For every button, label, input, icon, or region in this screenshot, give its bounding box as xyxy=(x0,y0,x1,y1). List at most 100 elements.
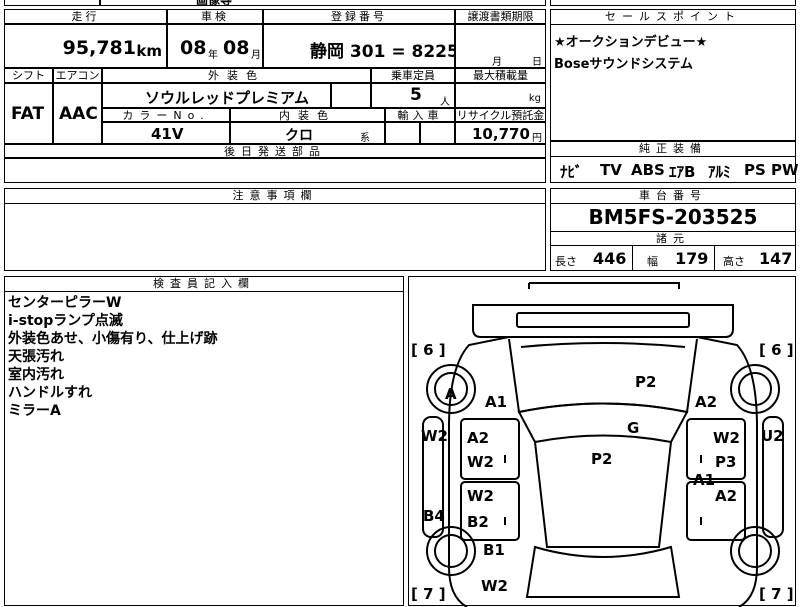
max-load-cell: kg xyxy=(455,83,546,108)
damage-mark: P2 xyxy=(591,450,612,468)
specs-height-label: 高さ xyxy=(723,255,745,268)
chassis-box: 車台番号 BM5FS-203525 諸元 長さ 446 幅 179 高さ 147 xyxy=(550,188,796,271)
specs-height-value: 147 xyxy=(759,249,793,268)
damage-mark: W2 xyxy=(713,429,740,447)
inspector-box: 検査員記入欄 センターピラーW i-stopランプ点滅 外装色あせ、小傷有り、仕… xyxy=(4,276,404,606)
transfer-day-unit: 日 xyxy=(532,57,542,68)
inspection-year-unit: 年 xyxy=(208,50,218,61)
damage-mark: W2 xyxy=(481,577,508,595)
notes-box: 注意事項欄 xyxy=(4,188,546,271)
specs-length-cell: 長さ 446 xyxy=(551,246,633,271)
mileage-value: 95,781 xyxy=(62,37,136,59)
recycle-cell: 10,770 円 xyxy=(455,122,546,144)
damage-mark: A2 xyxy=(715,487,737,505)
equipment-item: PW xyxy=(771,161,799,179)
inspector-line: センターピラーW xyxy=(8,295,122,311)
top-strip-left xyxy=(4,0,100,6)
recycle-value: 10,770 xyxy=(472,125,530,143)
info-table: 走行 車検 登録番号 譲渡書類期限 95,781 km 08 年 08 月 静岡… xyxy=(4,9,546,183)
equipment-item: ﾅﾋﾞ xyxy=(560,163,583,181)
interior-color-unit: 系 xyxy=(360,133,370,144)
color-no-value: 41V xyxy=(151,125,184,143)
damage-mark: P3 xyxy=(715,453,736,471)
tire-label-bl: [ 7 ] xyxy=(411,585,446,603)
specs-width-value: 179 xyxy=(675,249,709,268)
shift-label: シフト xyxy=(4,68,53,83)
damage-mark: G xyxy=(627,419,639,437)
import-cell-b xyxy=(420,122,455,144)
sales-point-line-1: ★オークションデビュー★ xyxy=(554,35,708,50)
inspection-cell: 08 年 08 月 xyxy=(167,24,263,68)
inspector-label: 検査員記入欄 xyxy=(5,277,403,292)
equipment-item: ｴｱB xyxy=(669,163,696,181)
damage-mark: P2 xyxy=(635,373,656,391)
damage-mark: A2 xyxy=(695,393,717,411)
chassis-value: BM5FS-203525 xyxy=(588,205,758,229)
aircon-cell: AAC xyxy=(53,83,102,144)
damage-mark: B4 xyxy=(423,507,445,525)
equipment-item: ABS xyxy=(631,161,665,179)
top-strip-right xyxy=(550,0,796,6)
recycle-unit: 円 xyxy=(532,133,542,144)
inspector-line: ミラーA xyxy=(8,403,61,419)
exterior-color-cell: ソウルレッドプレミアム xyxy=(102,83,331,108)
tire-label-tl: [ 6 ] xyxy=(411,341,446,359)
damage-mark: B2 xyxy=(467,513,489,531)
inspector-line: 天張汚れ xyxy=(8,349,64,365)
tire-label-tr: [ 6 ] xyxy=(759,341,794,359)
inspector-line: 外装色あせ、小傷有り、仕上げ跡 xyxy=(8,331,218,347)
damage-mark: W2 xyxy=(421,427,448,445)
transfer-cell: 月 日 xyxy=(455,24,546,68)
inspection-month: 08 xyxy=(223,37,250,59)
damage-mark: A1 xyxy=(693,471,715,489)
damage-mark: W2 xyxy=(467,487,494,505)
shift-cell: FAT xyxy=(4,83,53,144)
specs-width-cell: 幅 179 xyxy=(633,246,715,271)
sales-point-label: セールスポイント xyxy=(551,10,795,25)
inspection-label: 車検 xyxy=(167,9,263,24)
tire-label-br: [ 7 ] xyxy=(759,585,794,603)
inspector-line: 室内汚れ xyxy=(8,367,64,383)
aircon-label: エアコン xyxy=(53,68,102,83)
specs-label: 諸元 xyxy=(551,231,795,246)
transfer-month-unit: 月 xyxy=(492,57,502,68)
shift-value: FAT xyxy=(11,104,45,124)
specs-height-cell: 高さ 147 xyxy=(715,246,797,271)
exterior-color-label: 外装色 xyxy=(102,68,371,83)
capacity-unit: 人 xyxy=(440,97,450,108)
damage-mark: W2 xyxy=(467,453,494,471)
damage-mark: A1 xyxy=(485,393,507,411)
mileage-unit: km xyxy=(136,42,162,60)
sales-point-line-2: Boseサウンドシステム xyxy=(554,57,694,72)
equipment-box: 純正装備 ﾅﾋﾞ TV ABS ｴｱB ｱﾙﾐ PS PW xyxy=(550,141,799,183)
registration-value: 静岡 301 = 8225 xyxy=(310,42,455,62)
later-parts-area xyxy=(4,158,546,183)
capacity-value: 5 xyxy=(410,85,422,105)
equipment-item: TV xyxy=(600,161,622,179)
import-label: 輸入車 xyxy=(385,108,455,122)
inspection-year: 08 xyxy=(180,37,207,59)
color-no-cell: 41V xyxy=(102,122,230,144)
top-strip-text: 画像等 xyxy=(196,0,233,7)
inspection-month-unit: 月 xyxy=(251,50,261,61)
damage-mark: U2 xyxy=(761,427,784,445)
mileage-cell: 95,781 km xyxy=(4,24,167,68)
registration-label: 登録番号 xyxy=(263,9,455,24)
equipment-item: PS xyxy=(744,161,766,179)
capacity-cell: 5 人 xyxy=(371,83,455,108)
top-strip-mid xyxy=(100,0,546,6)
interior-color-value: クロ xyxy=(285,128,313,144)
vehicle-diagram-box: [ 6 ] [ 6 ] [ 7 ] [ 7 ] A A1 P2 A2 W2 A2… xyxy=(408,276,796,607)
inspector-line: ハンドルすれ xyxy=(8,385,92,401)
equipment-item: ｱﾙﾐ xyxy=(708,163,731,181)
chassis-label: 車台番号 xyxy=(551,189,795,204)
transfer-label: 譲渡書類期限 xyxy=(455,9,546,24)
equipment-label: 純正装備 xyxy=(551,142,795,157)
capacity-label: 乗車定員 xyxy=(371,68,455,83)
inspector-line: i-stopランプ点滅 xyxy=(8,313,123,329)
exterior-color-extra xyxy=(331,83,371,108)
notes-label: 注意事項欄 xyxy=(5,189,545,204)
interior-color-cell: クロ 系 xyxy=(230,122,385,144)
specs-length-value: 446 xyxy=(593,249,627,268)
color-no-label: カラーNo. xyxy=(102,108,230,122)
